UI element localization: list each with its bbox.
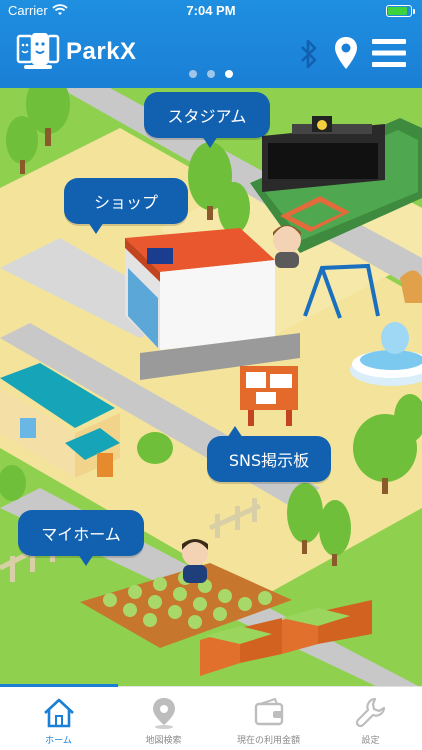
map-bubble-shop[interactable]: ショップ [64, 178, 188, 234]
menu-hamburger-icon[interactable] [372, 38, 406, 68]
status-bar: Carrier 7:04 PM [0, 0, 422, 22]
park-map[interactable]: スタジアム ショップ SNS掲示板 マイホーム [0, 88, 422, 686]
battery-icon [386, 5, 415, 17]
parkx-logo-icon [16, 33, 60, 69]
tab-map-search[interactable]: 地図検索 [111, 687, 216, 750]
page-indicator[interactable] [0, 70, 422, 78]
farmer-figure [182, 539, 208, 583]
page-dot-3[interactable] [225, 70, 233, 78]
app-logo: ParkX [16, 32, 137, 72]
tab-current-usage-label: 現在の利用金額 [236, 736, 300, 746]
tab-home-label: ホーム [45, 736, 72, 746]
wrench-icon [355, 697, 385, 728]
wallet-icon [254, 697, 283, 726]
bottom-tab-bar: ホーム 地図検索 現在の利用金額 設定 [0, 684, 422, 750]
map-illustration [0, 88, 422, 686]
bluetooth-icon[interactable] [298, 38, 320, 70]
map-bubble-sns-board[interactable]: SNS掲示板 [207, 426, 331, 482]
map-pin-icon [152, 698, 175, 729]
home-icon [43, 698, 74, 728]
app-name: ParkX [66, 38, 137, 65]
tab-settings-label: 設定 [361, 736, 380, 746]
status-time: 7:04 PM [186, 3, 236, 18]
tab-map-search-label: 地図検索 [145, 736, 182, 746]
tab-current-usage[interactable]: 現在の利用金額 [216, 687, 321, 750]
page-dot-2[interactable] [207, 70, 215, 78]
map-bubble-stadium[interactable]: スタジアム [144, 92, 270, 148]
location-pin-icon[interactable] [334, 36, 358, 70]
page-dot-1[interactable] [189, 70, 197, 78]
tab-settings[interactable]: 設定 [318, 687, 422, 750]
tab-home[interactable]: ホーム [6, 687, 111, 750]
map-bubble-my-home[interactable]: マイホーム [18, 510, 144, 566]
shop-clerk-figure [273, 225, 301, 268]
app-header: Carrier 7:04 PM ParkX [0, 0, 422, 88]
